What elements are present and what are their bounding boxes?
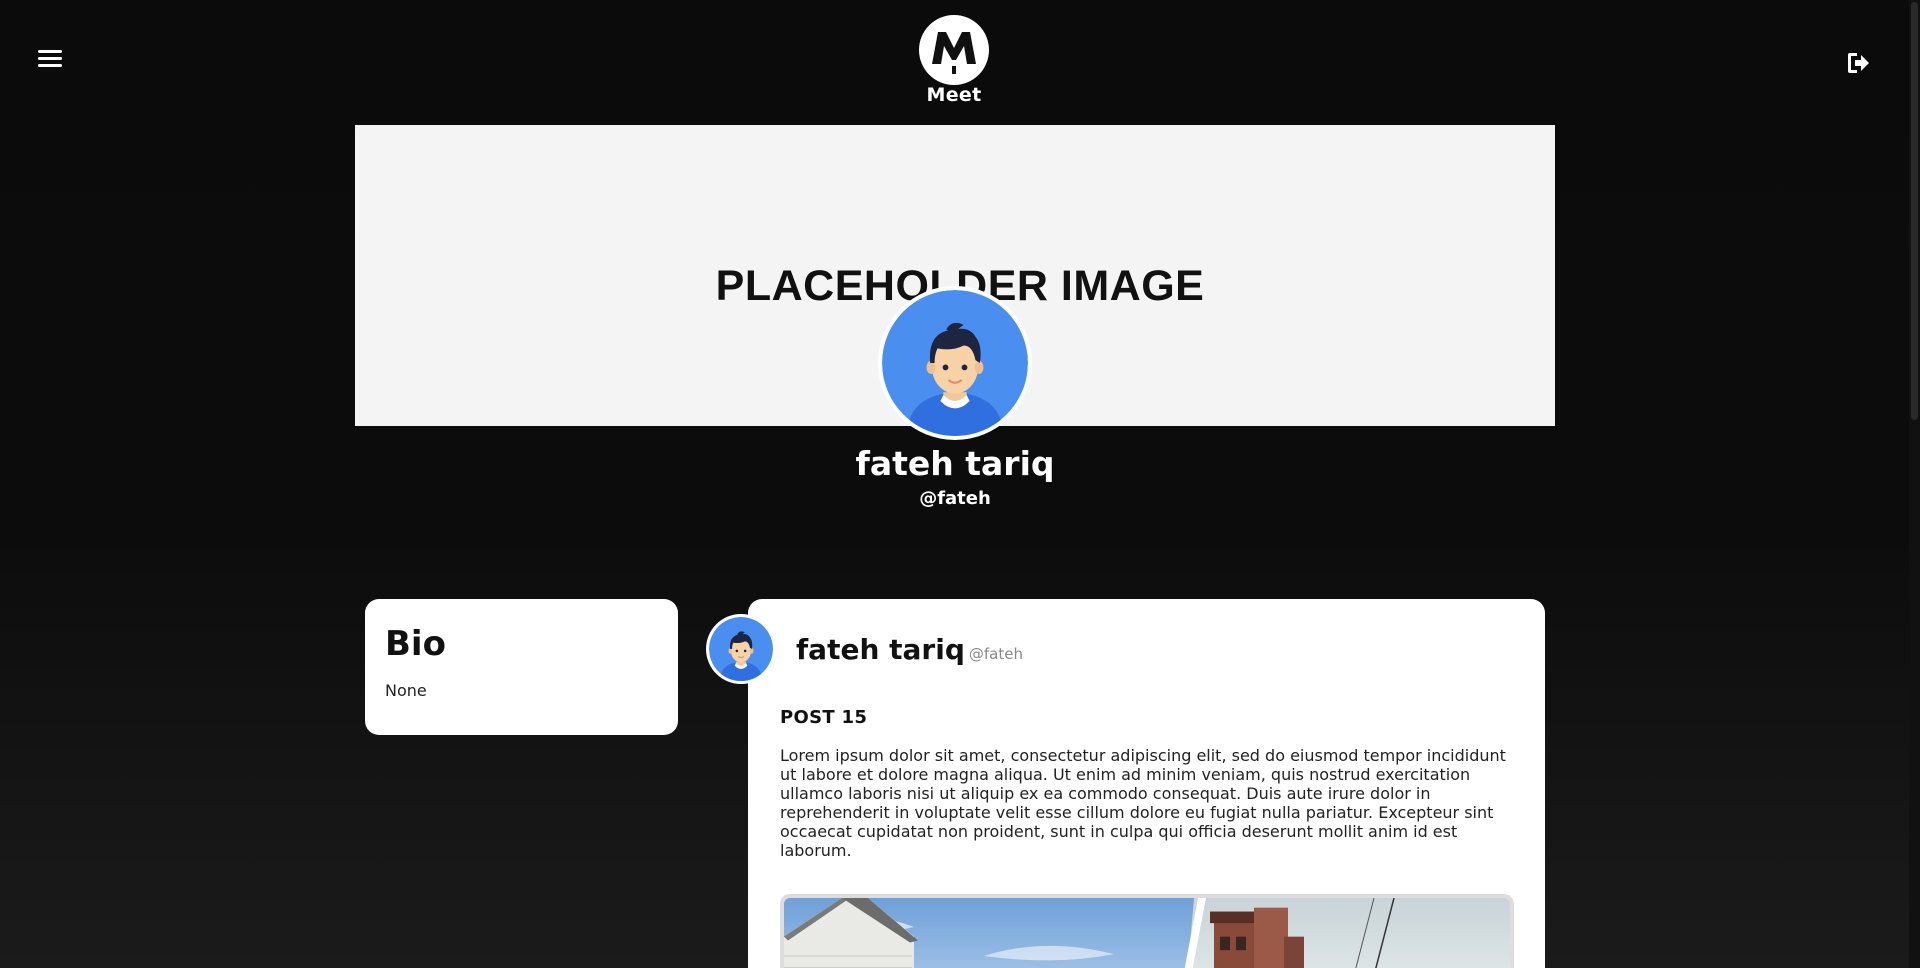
bio-text: None <box>385 681 427 700</box>
bio-card: Bio None <box>365 599 678 735</box>
post-title: POST 15 <box>780 707 868 728</box>
page-scrollbar[interactable] <box>1909 0 1920 968</box>
logout-icon[interactable] <box>1846 52 1870 74</box>
user-avatar-icon <box>709 617 773 681</box>
post-image[interactable] <box>780 894 1514 968</box>
post-author-handle[interactable]: @fateh <box>969 645 1023 663</box>
post-author-avatar[interactable] <box>706 614 776 684</box>
scrollbar-thumb[interactable] <box>1911 2 1918 420</box>
user-avatar-icon <box>882 290 1028 436</box>
brand[interactable]: Meet <box>918 14 990 106</box>
house-photo <box>784 898 1510 968</box>
bio-title: Bio <box>385 624 446 664</box>
profile-avatar[interactable] <box>878 286 1032 440</box>
post-card: fateh tariq @fateh POST 15 Lorem ipsum do… <box>748 599 1545 968</box>
post-body: Lorem ipsum dolor sit amet, consectetur … <box>780 746 1506 860</box>
profile-handle: @fateh <box>919 488 991 509</box>
top-navigation-bar: Meet <box>0 0 1920 125</box>
profile-name: fateh tariq <box>855 444 1055 483</box>
post-author-name[interactable]: fateh tariq <box>796 633 965 666</box>
brand-name: Meet <box>926 84 982 106</box>
post-author[interactable]: fateh tariq @fateh <box>796 633 1023 666</box>
hamburger-menu-icon[interactable] <box>38 50 62 74</box>
meet-logo-icon <box>919 15 989 85</box>
